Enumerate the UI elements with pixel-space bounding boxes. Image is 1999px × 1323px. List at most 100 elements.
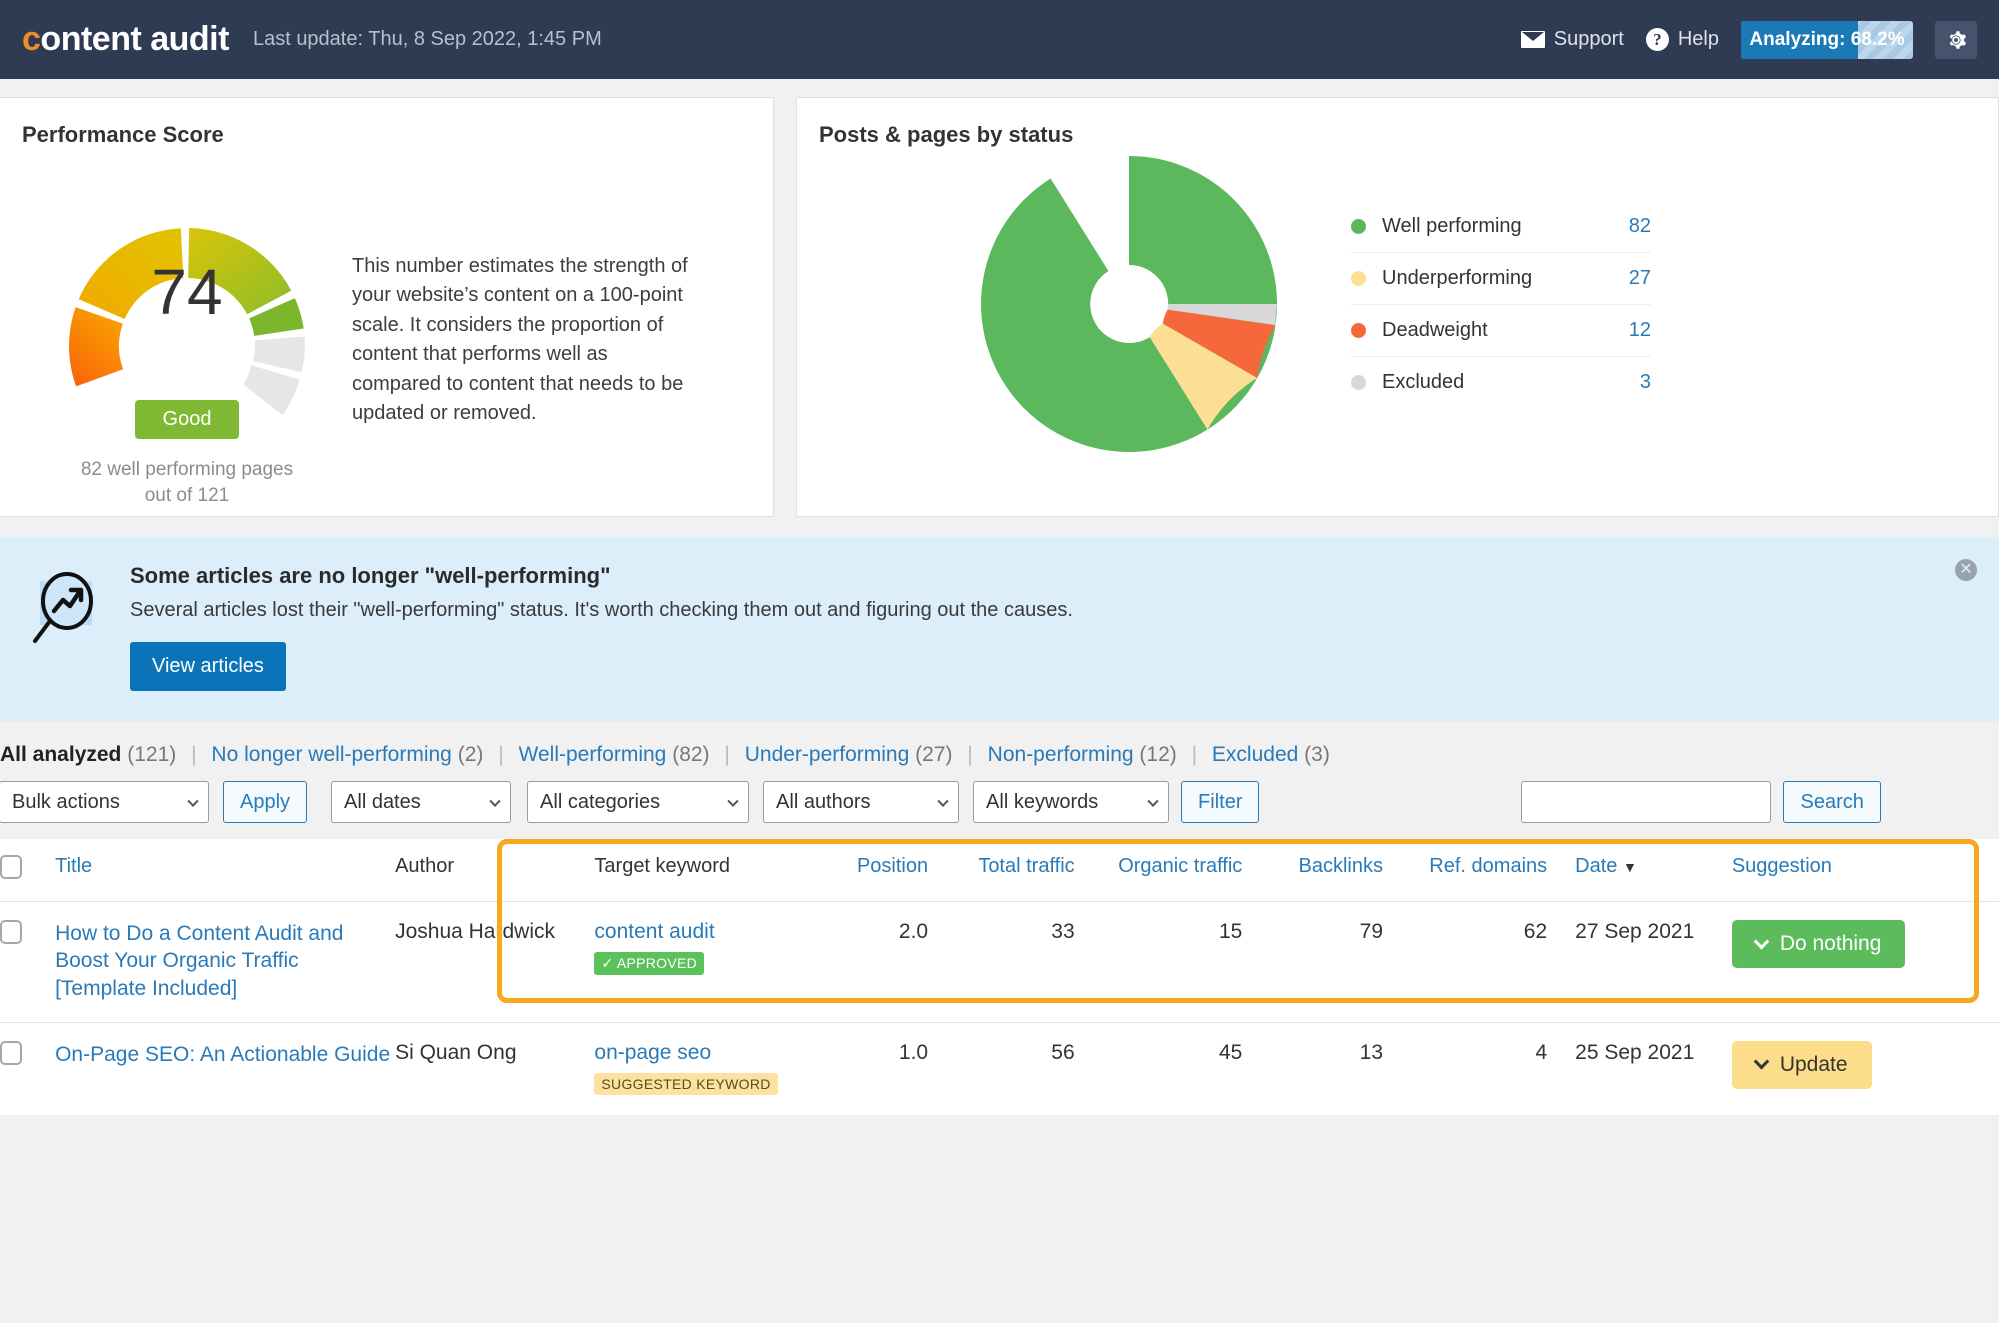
legend-item-deadweight[interactable]: Deadweight 12 — [1351, 305, 1651, 357]
row-keyword-link[interactable]: on-page seo — [594, 1041, 711, 1064]
chevron-down-icon — [187, 795, 199, 807]
settings-button[interactable] — [1935, 20, 1977, 59]
legend-value[interactable]: 27 — [1629, 267, 1651, 290]
legend-item-well-performing[interactable]: Well performing 82 — [1351, 201, 1651, 253]
apply-button[interactable]: Apply — [223, 781, 308, 823]
column-position-link[interactable]: Position — [857, 855, 928, 877]
legend-label: Excluded — [1382, 370, 1465, 393]
row-suggestion-cell: Do nothing — [1705, 901, 1999, 1023]
legend-dot-green — [1351, 218, 1366, 234]
tab-all-analyzed-count: (121) — [127, 743, 177, 766]
legend-item-excluded[interactable]: Excluded 3 — [1351, 357, 1651, 408]
select-all-checkbox[interactable] — [0, 855, 22, 879]
table-row: On-Page SEO: An Actionable Guide Si Quan… — [0, 1022, 1999, 1115]
bulk-actions-value: Bulk actions — [12, 790, 120, 813]
row-organic-traffic-cell: 45 — [1218, 1040, 1243, 1064]
all-dates-select[interactable]: All dates — [331, 781, 512, 823]
column-suggestion-link[interactable]: Suggestion — [1732, 855, 1832, 877]
chevron-down-icon — [489, 795, 501, 807]
column-organic-traffic-link[interactable]: Organic traffic — [1118, 855, 1242, 877]
tab-separator: | — [967, 743, 973, 766]
tab-excluded[interactable]: Excluded — [1212, 743, 1298, 766]
row-keyword-link[interactable]: content audit — [594, 920, 714, 943]
filter-toolbar: Bulk actions Apply All dates All categor… — [0, 781, 1999, 839]
tab-well-performing-count: (82) — [672, 743, 710, 766]
column-title-link[interactable]: Title — [55, 855, 92, 877]
search-input[interactable] — [1521, 781, 1772, 823]
tab-under-performing[interactable]: Under-performing — [745, 743, 910, 766]
chevron-down-icon — [937, 795, 949, 807]
column-backlinks-link[interactable]: Backlinks — [1299, 855, 1383, 877]
legend-value[interactable]: 12 — [1629, 319, 1651, 342]
support-label: Support — [1553, 28, 1624, 50]
all-dates-value: All dates — [344, 790, 421, 813]
tab-non-performing-count: (12) — [1139, 743, 1177, 766]
row-checkbox[interactable] — [0, 1040, 22, 1065]
suggestion-label: Do nothing — [1779, 932, 1882, 955]
column-target-keyword-label: Target keyword — [594, 855, 731, 877]
performance-score-value: 74 — [151, 256, 223, 328]
column-author: Author — [395, 839, 595, 902]
gauge-container: 74 Good 82 well performing pages out of … — [22, 160, 352, 508]
tab-well-performing[interactable]: Well-performing — [519, 743, 667, 766]
search-button[interactable]: Search — [1783, 781, 1881, 823]
suggestion-do-nothing-button[interactable]: Do nothing — [1731, 920, 1906, 968]
close-icon[interactable]: ✕ — [1955, 559, 1977, 581]
legend-item-underperforming[interactable]: Underperforming 27 — [1351, 253, 1651, 305]
tab-all-analyzed[interactable]: All analyzed — [0, 743, 121, 766]
help-label: Help — [1677, 28, 1719, 50]
support-link[interactable]: Support — [1520, 28, 1624, 51]
row-title-cell: How to Do a Content Audit and Boost Your… — [55, 901, 396, 1023]
status-card-title: Posts & pages by status — [819, 122, 1074, 147]
row-title-link[interactable]: How to Do a Content Audit and Boost Your… — [55, 920, 395, 1002]
tab-separator: | — [1191, 743, 1198, 766]
row-title-link[interactable]: On-Page SEO: An Actionable Guide — [55, 1041, 395, 1068]
all-categories-select[interactable]: All categories — [527, 781, 750, 823]
suggestion-update-button[interactable]: Update — [1731, 1040, 1872, 1089]
tab-no-longer-well-performing[interactable]: No longer well-performing — [211, 743, 451, 766]
row-checkbox[interactable] — [0, 920, 22, 944]
chevron-down-icon — [1147, 795, 1159, 807]
all-keywords-select[interactable]: All keywords — [973, 781, 1170, 823]
last-update-text: Last update: Thu, 8 Sep 2022, 1:45 PM — [252, 28, 602, 50]
performance-subtext-line1: 82 well performing pages — [80, 459, 294, 480]
performance-gauge: 74 — [37, 176, 337, 416]
question-mark-icon: ? — [1645, 28, 1669, 51]
row-author-cell: Si Quan Ong — [395, 1040, 517, 1064]
logo-text: ontent audit — [40, 20, 229, 58]
column-date-link[interactable]: Date — [1575, 855, 1617, 877]
legend-value[interactable]: 3 — [1640, 371, 1651, 394]
performance-score-card: Performance Score 74 Good 82 well perfor… — [0, 97, 774, 517]
all-authors-select[interactable]: All authors — [763, 781, 960, 823]
tab-non-performing[interactable]: Non-performing — [988, 743, 1134, 766]
column-date: Date ▼ — [1565, 839, 1706, 902]
row-organic-traffic-cell: 15 — [1092, 901, 1261, 1023]
legend-dot-yellow — [1351, 270, 1366, 286]
app-logo[interactable]: content audit — [22, 20, 229, 59]
column-ref-domains-link[interactable]: Ref. domains — [1429, 855, 1547, 877]
column-total-traffic-link[interactable]: Total traffic — [978, 855, 1074, 877]
sort-descending-icon[interactable]: ▼ — [1623, 859, 1637, 875]
row-select-cell — [0, 901, 56, 1023]
status-filter-tabs: All analyzed (121) | No longer well-perf… — [0, 721, 1999, 781]
legend-dot-orange — [1351, 322, 1366, 338]
row-select-cell — [0, 1022, 55, 1115]
column-ref-domains: Ref. domains — [1401, 839, 1566, 902]
tab-excluded-count: (3) — [1304, 743, 1330, 766]
suggestion-label: Update — [1779, 1052, 1848, 1076]
row-keyword-cell: on-page seo SUGGESTED KEYWORD — [594, 1022, 817, 1115]
filter-button[interactable]: Filter — [1181, 781, 1260, 823]
column-author-label: Author — [395, 855, 455, 877]
select-all-header — [0, 839, 56, 902]
performance-rating-badge: Good — [134, 400, 240, 439]
analyzing-progress-bar[interactable]: Analyzing: 68.2% — [1741, 20, 1913, 59]
legend-value[interactable]: 82 — [1629, 215, 1651, 238]
bulk-actions-select[interactable]: Bulk actions — [0, 781, 209, 823]
help-link[interactable]: ? Help — [1645, 28, 1719, 51]
performance-description: This number estimates the strength of yo… — [352, 255, 688, 424]
view-articles-button[interactable]: View articles — [130, 642, 286, 691]
all-keywords-value: All keywords — [986, 790, 1099, 813]
row-total-traffic-cell: 33 — [946, 901, 1093, 1023]
progress-label: Analyzing: 68.2% — [1749, 28, 1905, 50]
notification-banner: Some articles are no longer "well-perfor… — [0, 537, 1999, 721]
